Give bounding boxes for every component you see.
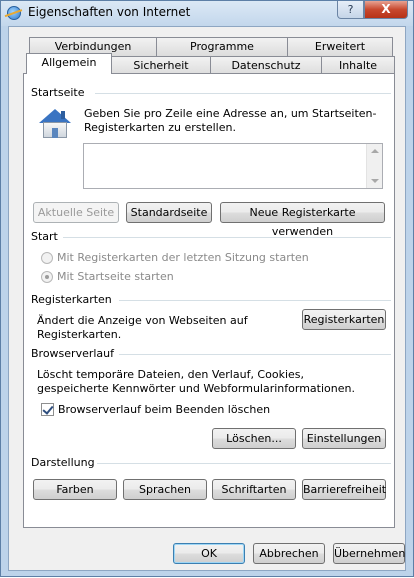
cancel-button[interactable]: Abbrechen (253, 543, 325, 564)
ok-button[interactable]: OK (173, 543, 245, 564)
radio-home-page[interactable] (41, 271, 53, 283)
fonts-button[interactable]: Schriftarten (212, 479, 296, 500)
startseite-title: Startseite (31, 86, 85, 99)
darstellung-title: Darstellung (31, 456, 95, 469)
history-settings-button[interactable]: Einstellungen (302, 428, 386, 449)
radio-last-session[interactable] (41, 252, 53, 264)
new-tab-page-button[interactable]: Neue Registerkarte verwenden (220, 202, 385, 238)
delete-history-on-exit-label: Browserverlauf beim Beenden löschen (58, 403, 271, 416)
darstellung-separator (97, 463, 391, 464)
accessibility-button[interactable]: Barrierefreiheit (302, 479, 386, 500)
radio-last-session-label: Mit Registerkarten der letzten Sitzung s… (57, 251, 309, 264)
registerkarten-separator (119, 300, 391, 301)
browserverlauf-title: Browserverlauf (31, 347, 115, 360)
colors-button[interactable]: Farben (33, 479, 117, 500)
delete-history-on-exit-checkbox[interactable] (41, 403, 54, 416)
default-page-button[interactable]: Standardseite (126, 202, 212, 223)
browserverlauf-separator (119, 354, 391, 355)
delete-history-button[interactable]: Löschen... (212, 428, 296, 449)
internet-options-window: Eigenschaften von Internet ? X Verbindun… (0, 0, 414, 577)
languages-button[interactable]: Sprachen (123, 479, 207, 500)
radio-home-page-label: Mit Startseite starten (57, 270, 174, 283)
registerkarten-title: Registerkarten (31, 293, 112, 306)
startseite-description: Geben Sie pro Zeile eine Adresse an, um … (84, 107, 377, 134)
browserverlauf-description: Löscht temporäre Dateien, den Verlauf, C… (37, 368, 355, 395)
registerkarten-description: Ändert die Anzeige von Webseiten auf Reg… (37, 314, 248, 341)
scroll-up-arrow-icon[interactable] (371, 149, 379, 153)
scroll-down-arrow-icon[interactable] (371, 179, 379, 183)
apply-button[interactable]: Übernehmen (333, 543, 405, 564)
current-page-button[interactable]: Aktuelle Seite (33, 202, 119, 223)
start-separator (63, 237, 391, 238)
home-page-urls-input[interactable] (83, 143, 383, 189)
tabs-settings-button[interactable]: Registerkarten (302, 309, 386, 330)
startseite-separator (95, 93, 391, 94)
start-title: Start (31, 230, 58, 243)
textarea-scrollbar[interactable] (366, 144, 382, 188)
house-icon (39, 109, 71, 139)
